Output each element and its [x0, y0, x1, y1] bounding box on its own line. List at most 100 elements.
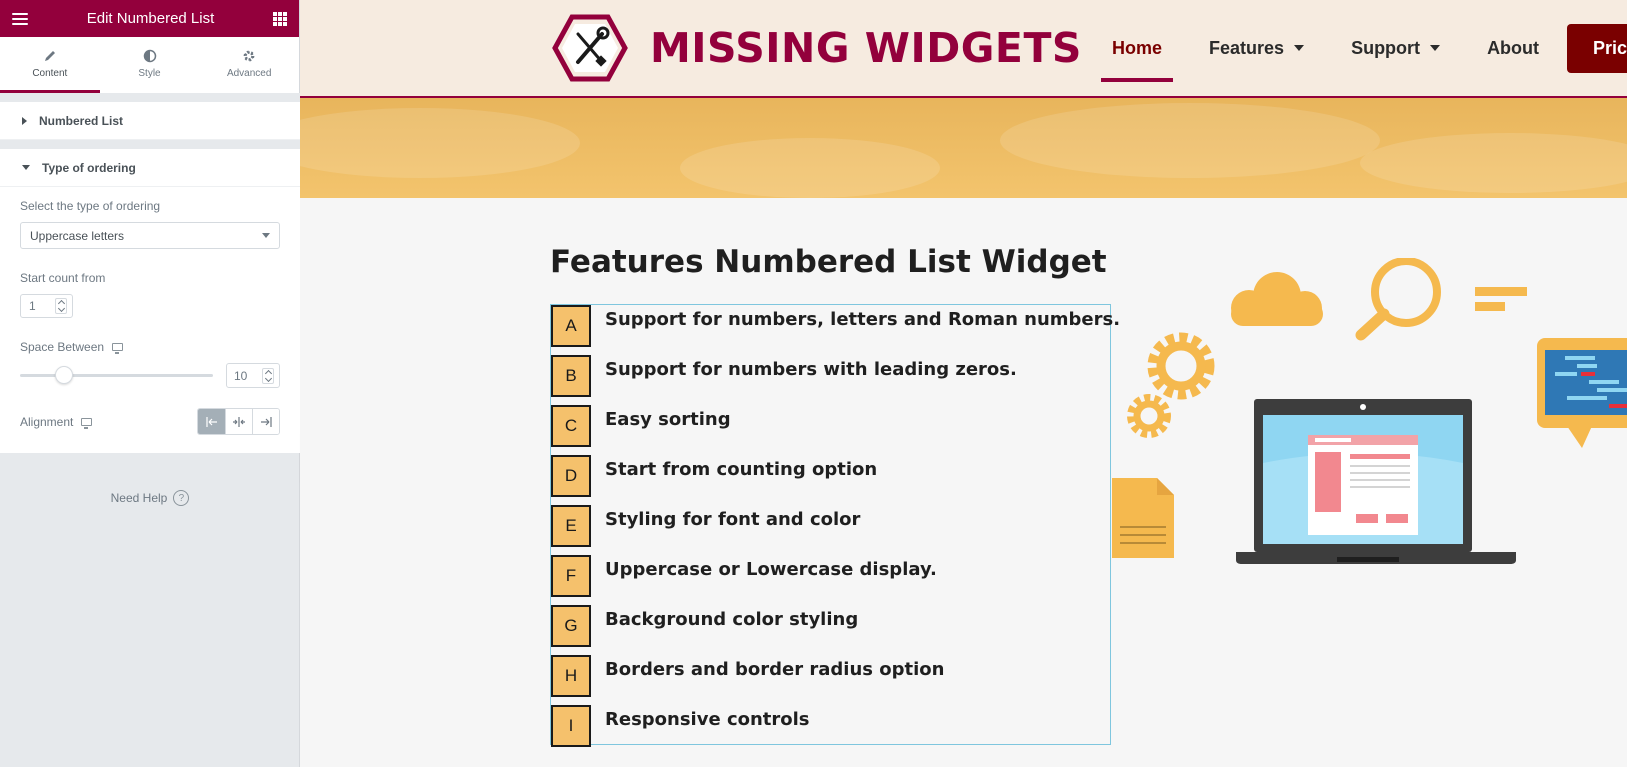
tab-content-label: Content [32, 67, 68, 79]
site-header: MISSING WIDGETS Home Features Support Ab… [300, 0, 1627, 98]
list-marker: G [551, 605, 591, 647]
list-item: H Borders and border radius option [551, 655, 944, 697]
alignment-row-label: Alignment [20, 414, 93, 429]
caret-down-icon [1430, 45, 1441, 51]
list-item-text: Support for numbers, letters and Roman n… [605, 309, 1121, 330]
space-between-row-label: Space Between [20, 340, 280, 354]
desktop-responsive-icon[interactable] [112, 343, 124, 354]
gear-icon [243, 50, 255, 61]
ordering-controls: Select the type of ordering Uppercase le… [0, 187, 300, 453]
page-title: Features Numbered List Widget [550, 244, 1107, 280]
space-between-label: Space Between [20, 340, 105, 354]
list-item: G Background color styling [551, 605, 858, 647]
section-numbered-list[interactable]: Numbered List [0, 102, 300, 140]
menu-icon[interactable] [12, 12, 28, 25]
numbered-list-widget[interactable]: A Support for numbers, letters and Roman … [550, 304, 1120, 747]
tab-style-label: Style [138, 67, 161, 79]
list-marker: D [551, 455, 591, 497]
nav-about-label: About [1487, 37, 1540, 58]
nav-support-label: Support [1351, 37, 1421, 58]
panel-header: Edit Numbered List [0, 0, 299, 37]
caret-right-icon [22, 116, 27, 125]
nav-support[interactable]: Support [1351, 0, 1441, 96]
start-count-label: Start count from [20, 271, 106, 285]
pricing-button[interactable]: Pricing [1567, 24, 1627, 73]
main-nav: Home Features Support About [1100, 0, 1586, 96]
list-item: B Support for numbers with leading zeros. [551, 355, 1017, 397]
list-item-text: Support for numbers with leading zeros. [605, 359, 1017, 380]
magnifier-icon [1355, 258, 1441, 341]
need-help-label: Need Help [110, 491, 168, 505]
align-left-button[interactable] [198, 409, 225, 434]
contrast-icon [143, 49, 156, 62]
list-marker: B [551, 355, 591, 397]
nav-home[interactable]: Home [1100, 0, 1174, 96]
list-marker: H [551, 655, 591, 697]
need-help-link[interactable]: Need Help ? [0, 490, 300, 506]
ordering-type-value: Uppercase letters [30, 228, 125, 243]
alignment-buttons [197, 408, 280, 435]
page-preview: MISSING WIDGETS Home Features Support Ab… [300, 0, 1627, 767]
tab-style[interactable]: Style [100, 37, 200, 93]
panel-title: Edit Numbered List [86, 10, 215, 27]
cloud-icon [1231, 272, 1323, 326]
list-item-text: Easy sorting [605, 409, 731, 430]
space-between-input[interactable]: 10 [226, 363, 280, 388]
nav-about[interactable]: About [1487, 0, 1539, 96]
nav-features[interactable]: Features [1209, 0, 1305, 96]
panel-body: Numbered List Type of ordering Select th… [0, 93, 300, 453]
list-item: I Responsive controls [551, 705, 810, 747]
list-item-text: Background color styling [605, 609, 859, 630]
space-between-stepper[interactable] [262, 367, 274, 384]
list-marker: F [551, 555, 591, 597]
align-right-button[interactable] [252, 409, 279, 434]
brand-name: MISSING WIDGETS [650, 24, 1082, 72]
list-marker: E [551, 505, 591, 547]
align-right-icon [261, 416, 272, 427]
list-item: C Easy sorting [551, 405, 731, 447]
space-between-slider[interactable] [20, 366, 213, 384]
start-count-stepper[interactable] [55, 298, 67, 314]
list-marker: C [551, 405, 591, 447]
list-item-text: Borders and border radius option [605, 659, 945, 680]
question-icon: ? [173, 490, 190, 506]
align-center-button[interactable] [225, 409, 252, 434]
gear-icon [1127, 332, 1215, 438]
tab-advanced[interactable]: Advanced [199, 37, 299, 93]
alignment-control: Alignment [20, 408, 280, 435]
alignment-label: Alignment [20, 414, 74, 429]
hero-banner [300, 98, 1627, 198]
space-between-control: 10 [20, 363, 280, 388]
features-illustration [1112, 258, 1627, 564]
list-item: E Styling for font and color [551, 505, 860, 547]
editor-panel: Edit Numbered List Content Style Advance… [0, 0, 300, 767]
panel-tabs: Content Style Advanced [0, 37, 299, 93]
widgets-grid-icon[interactable] [273, 11, 287, 26]
space-between-value: 10 [234, 368, 248, 383]
section-type-of-ordering-label: Type of ordering [42, 160, 136, 175]
list-marker: I [551, 705, 591, 747]
list-item-text: Responsive controls [605, 709, 810, 730]
site-logo[interactable]: MISSING WIDGETS [552, 14, 1082, 82]
nav-features-label: Features [1209, 37, 1285, 58]
tab-advanced-label: Advanced [226, 67, 272, 79]
ordering-type-select[interactable]: Uppercase letters [20, 222, 280, 249]
list-item-text: Uppercase or Lowercase display. [605, 559, 937, 580]
list-item-text: Start from counting option [605, 459, 878, 480]
nav-home-label: Home [1112, 37, 1163, 58]
start-count-input[interactable]: 1 [20, 294, 73, 318]
caret-down-icon [22, 165, 30, 170]
align-left-icon [205, 416, 217, 427]
desktop-responsive-icon[interactable] [81, 417, 93, 429]
section-numbered-list-label: Numbered List [39, 113, 124, 128]
chevron-down-icon [262, 233, 270, 238]
list-item: D Start from counting option [551, 455, 877, 497]
list-item: F Uppercase or Lowercase display. [551, 555, 937, 597]
document-icon [1112, 478, 1174, 558]
tab-content[interactable]: Content [0, 37, 100, 93]
list-marker: A [551, 305, 591, 347]
laptop-icon [1236, 399, 1516, 564]
ordering-type-label: Select the type of ordering [20, 199, 161, 213]
section-type-of-ordering[interactable]: Type of ordering [0, 149, 300, 187]
slider-handle[interactable] [55, 366, 73, 384]
